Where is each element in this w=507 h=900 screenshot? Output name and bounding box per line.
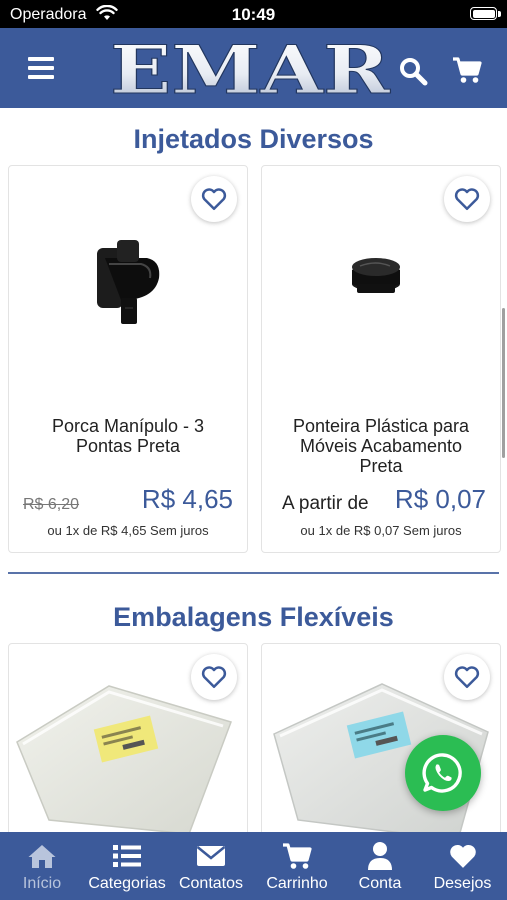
favorite-button[interactable] xyxy=(191,654,237,700)
svg-text:EMAR: EMAR xyxy=(110,33,391,103)
list-icon xyxy=(113,845,141,867)
cart-icon[interactable] xyxy=(452,56,482,84)
tab-conta[interactable]: Conta xyxy=(342,832,418,900)
clock: 10:49 xyxy=(231,5,276,24)
tab-categorias[interactable]: Categorias xyxy=(84,832,170,900)
emar-logo: EMAR xyxy=(110,33,392,103)
installments-text: ou 1x de R$ 0,07 Sem juros xyxy=(300,523,462,538)
product-card[interactable]: Porca Manípulo - 3 Pontas Preta R$ 6,20 … xyxy=(8,165,248,553)
user-icon xyxy=(368,842,392,870)
tab-inicio[interactable]: Início xyxy=(0,832,84,900)
section-divider xyxy=(8,572,499,574)
tab-label: Carrinho xyxy=(266,875,328,892)
favorite-button[interactable] xyxy=(191,176,237,222)
product-name: Ponteira Plástica para Móveis Acabamento… xyxy=(292,416,470,476)
search-icon[interactable] xyxy=(398,56,428,86)
section-title: Injetados Diversos xyxy=(133,124,374,154)
heart-outline-icon xyxy=(201,666,227,688)
product-card[interactable]: Ponteira Plástica para Móveis Acabamento… xyxy=(261,165,501,553)
envelope-icon xyxy=(196,846,226,866)
section-title: Embalagens Flexíveis xyxy=(113,602,394,632)
app-screen: Operadora 10:49 EMAR Injetados Diversos … xyxy=(0,0,507,900)
content-scroll[interactable]: Injetados Diversos Porca Manípulo - 3 Po… xyxy=(0,108,507,832)
tab-label: Conta xyxy=(358,875,402,892)
app-header: EMAR xyxy=(0,28,507,108)
product-card[interactable] xyxy=(8,643,248,832)
tab-contatos[interactable]: Contatos xyxy=(170,832,252,900)
current-price: R$ 4,65 xyxy=(141,484,233,514)
tab-label: Contatos xyxy=(178,875,244,892)
installments-text: ou 1x de R$ 4,65 Sem juros xyxy=(47,523,209,538)
old-price: R$ 6,20 xyxy=(23,496,80,513)
favorite-button[interactable] xyxy=(444,654,490,700)
heart-outline-icon xyxy=(454,188,480,210)
home-icon xyxy=(28,845,56,868)
tab-desejos[interactable]: Desejos xyxy=(418,832,507,900)
heart-outline-icon xyxy=(454,666,480,688)
battery-icon xyxy=(470,7,497,20)
scrollbar[interactable] xyxy=(502,308,505,458)
status-bar: Operadora 10:49 xyxy=(0,0,507,28)
favorite-button[interactable] xyxy=(444,176,490,222)
tab-label: Início xyxy=(22,875,62,892)
hamburger-menu-icon[interactable] xyxy=(28,57,54,79)
tab-label: Desejos xyxy=(433,875,492,892)
price-prefix: A partir de xyxy=(282,493,369,514)
whatsapp-button[interactable] xyxy=(405,735,481,811)
battery-cap xyxy=(498,11,501,17)
tab-label: Categorias xyxy=(88,875,166,892)
heart-outline-icon xyxy=(201,188,227,210)
bottom-tab-bar: Início Categorias Contatos Carrinho Cont… xyxy=(0,832,507,900)
cart-icon xyxy=(283,843,312,869)
whatsapp-icon xyxy=(422,753,462,793)
tab-carrinho[interactable]: Carrinho xyxy=(252,832,342,900)
heart-icon xyxy=(449,845,476,868)
current-price: R$ 0,07 xyxy=(394,484,486,514)
product-name: Porca Manípulo - 3 Pontas Preta xyxy=(51,416,205,456)
